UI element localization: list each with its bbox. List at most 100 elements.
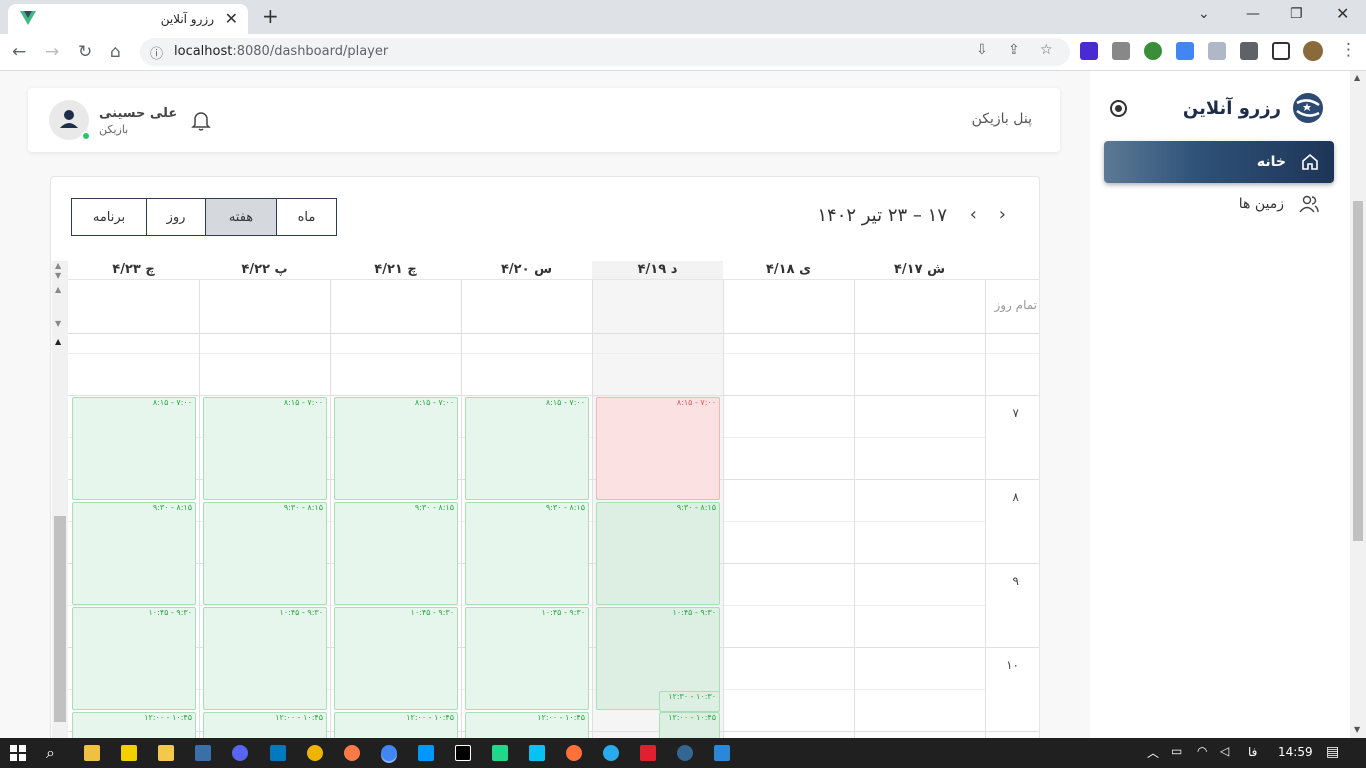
postgresql-icon[interactable] — [677, 745, 693, 761]
day-header[interactable]: ی ۴/۱۸ — [723, 261, 854, 280]
firefox-icon[interactable] — [566, 745, 582, 761]
event-slot[interactable]: ۹:۳۰ - ۸:۱۵ — [72, 502, 196, 605]
event-slot[interactable]: ۸:۱۵ - ۷:۰۰ — [465, 397, 589, 500]
telegram-icon[interactable] — [603, 745, 619, 761]
site-info-icon[interactable]: ⓘ — [150, 43, 163, 62]
discord-icon[interactable] — [232, 745, 248, 761]
event-slot[interactable]: ۱۰:۴۵ - ۹:۳۰ — [334, 607, 458, 710]
event-slot[interactable]: ۱۲:۰۰ - ۱۰:۴۵ — [334, 712, 458, 738]
shield-extension-icon[interactable] — [1208, 42, 1226, 60]
wifi-icon[interactable]: ◠ — [1197, 744, 1207, 758]
trello-icon[interactable] — [270, 745, 286, 761]
side-panel-icon[interactable] — [1272, 42, 1290, 60]
battery-icon[interactable]: ▭ — [1171, 744, 1182, 758]
view-week-button[interactable]: هفته — [205, 198, 277, 236]
address-bar[interactable]: ⓘ localhost:8080/dashboard/player ⇩ ⇪ ☆ — [140, 38, 1070, 66]
vscode-icon[interactable] — [418, 745, 434, 761]
event-slot[interactable]: ۸:۱۵ - ۷:۰۰ — [72, 397, 196, 500]
postman-icon[interactable] — [344, 745, 360, 761]
sidebar-item-home[interactable]: خانه — [1104, 141, 1334, 183]
search-icon[interactable]: ⌕ — [46, 743, 55, 763]
event-slot[interactable]: ۸:۱۵ - ۷:۰۰ — [203, 397, 327, 500]
language-indicator[interactable]: فا — [1248, 745, 1257, 759]
chevron-left-icon[interactable]: ‹ — [970, 204, 977, 225]
day-header[interactable]: چ ۴/۲۳ — [68, 261, 199, 280]
page-scrollbar[interactable]: ▲ ▼ — [1350, 71, 1366, 738]
day-header[interactable]: پ ۴/۲۲ — [199, 261, 330, 280]
chevron-right-icon[interactable]: › — [999, 204, 1006, 225]
notification-bell-icon[interactable] — [190, 109, 212, 131]
scroll-up-icon[interactable]: ▲ — [1354, 73, 1360, 82]
tray-chevron-icon[interactable]: ︿ — [1147, 744, 1159, 761]
photos-icon[interactable] — [714, 745, 730, 761]
scroll-up-icon[interactable]: ▲ — [55, 285, 61, 294]
event-slot[interactable]: ۹:۳۰ - ۸:۱۵ — [596, 502, 720, 605]
install-icon[interactable]: ⇩ — [976, 42, 988, 58]
scroll-down-icon[interactable]: ▼ — [55, 271, 61, 280]
chrome-icon[interactable] — [381, 745, 397, 761]
user-avatar[interactable] — [49, 100, 91, 141]
view-agenda-button[interactable]: برنامه — [71, 198, 147, 236]
bookmark-star-icon[interactable]: ☆ — [1040, 42, 1053, 58]
globe-extension-icon[interactable] — [1144, 42, 1162, 60]
sidebar-toggle-icon[interactable] — [1110, 100, 1127, 117]
scroll-up-icon[interactable]: ▲ — [55, 261, 61, 270]
phpstorm-icon[interactable] — [455, 745, 471, 761]
day-header[interactable]: س ۴/۲۰ — [461, 261, 592, 280]
webstorm-icon[interactable] — [529, 745, 545, 761]
app-icon[interactable] — [195, 745, 211, 761]
view-day-button[interactable]: روز — [146, 198, 206, 236]
puzzle-icon[interactable] — [1240, 42, 1258, 60]
pycharm-icon[interactable] — [492, 745, 508, 761]
profile-avatar[interactable] — [1303, 41, 1323, 61]
close-window-icon[interactable]: ✕ — [1336, 4, 1349, 23]
restore-icon[interactable]: ❐ — [1290, 6, 1303, 22]
scroll-up-icon[interactable]: ▲ — [55, 337, 61, 346]
event-slot[interactable]: ۱۲:۰۰ - ۱۰:۴۵ — [465, 712, 589, 738]
new-tab-icon[interactable]: + — [262, 4, 279, 28]
browser-menu-icon[interactable]: ⋮ — [1340, 40, 1357, 60]
browser-tab[interactable]: رزرو آنلاین ✕ — [8, 4, 248, 34]
back-icon[interactable]: ← — [12, 42, 26, 62]
clock[interactable]: 14:59 — [1278, 745, 1313, 759]
scroll-thumb[interactable] — [1353, 201, 1363, 541]
event-slot[interactable]: ۱۲:۰۰ - ۱۰:۴۵ — [203, 712, 327, 738]
event-slot[interactable]: ۱۲:۰۰ - ۱۰:۴۵ — [659, 712, 720, 738]
sidebar-item-fields[interactable]: زمین ها — [1104, 183, 1334, 225]
file-explorer-icon[interactable] — [84, 745, 100, 761]
reload-icon[interactable]: ↻ — [78, 42, 92, 62]
calendar-scrollbar[interactable]: ▲ ▼ ▲ ▼ ▲ — [52, 261, 68, 738]
home-browser-icon[interactable]: ⌂ — [110, 42, 121, 62]
mail-extension-icon[interactable] — [1112, 42, 1130, 60]
event-slot[interactable]: ۱۰:۴۵ - ۹:۳۰ — [72, 607, 196, 710]
extension-icon[interactable] — [1080, 42, 1098, 60]
windows-start-icon[interactable] — [10, 745, 26, 761]
day-header[interactable]: ش ۴/۱۷ — [854, 261, 985, 280]
event-slot[interactable]: ۸:۱۵ - ۷:۰۰ — [334, 397, 458, 500]
tab-search-icon[interactable]: ⌄ — [1198, 6, 1210, 22]
event-slot[interactable]: ۱۰:۴۵ - ۹:۳۰ — [203, 607, 327, 710]
sticky-notes-icon[interactable] — [121, 745, 137, 761]
volume-icon[interactable]: ◁ — [1220, 744, 1229, 758]
scroll-down-icon[interactable]: ▼ — [1354, 725, 1360, 734]
event-slot[interactable]: ۹:۳۰ - ۸:۱۵ — [465, 502, 589, 605]
event-slot[interactable]: ۱۲:۰۰ - ۱۰:۴۵ — [72, 712, 196, 738]
notifications-icon[interactable]: ▤ — [1326, 744, 1339, 760]
app-icon[interactable] — [158, 745, 174, 761]
translate-extension-icon[interactable] — [1176, 42, 1194, 60]
share-icon[interactable]: ⇪ — [1008, 42, 1020, 58]
event-slot[interactable]: ۹:۳۰ - ۸:۱۵ — [334, 502, 458, 605]
event-slot-booked[interactable]: ۸:۱۵ - ۷:۰۰ — [596, 397, 720, 500]
app-icon[interactable] — [307, 745, 323, 761]
scroll-down-icon[interactable]: ▼ — [55, 319, 61, 328]
event-slot[interactable]: ۱۲:۳۰ - ۱۰:۳۰ — [659, 691, 720, 712]
app-icon[interactable] — [640, 745, 656, 761]
day-header[interactable]: د ۴/۱۹ — [592, 261, 723, 280]
scroll-thumb[interactable] — [54, 516, 66, 722]
forward-icon[interactable]: → — [45, 42, 59, 62]
day-header[interactable]: چ ۴/۲۱ — [330, 261, 461, 280]
view-month-button[interactable]: ماه — [276, 198, 337, 236]
minimize-icon[interactable]: — — [1246, 6, 1260, 22]
event-slot[interactable]: ۱۰:۴۵ - ۹:۳۰ — [465, 607, 589, 710]
event-slot[interactable]: ۹:۳۰ - ۸:۱۵ — [203, 502, 327, 605]
